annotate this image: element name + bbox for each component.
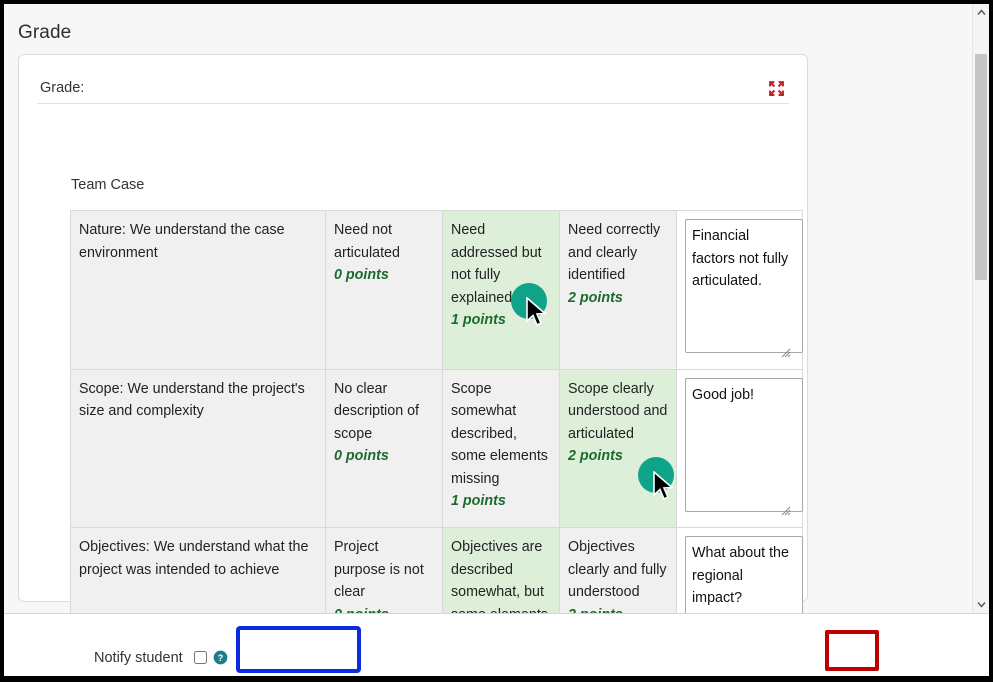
criterion-text: Nature: We understand the case environme… — [79, 222, 285, 261]
level-points: 2 points — [568, 604, 668, 614]
level-text: Scope clearly understood and articulated — [568, 380, 668, 442]
remark-cell — [676, 527, 803, 613]
scroll-up-arrow-icon[interactable] — [973, 4, 989, 21]
level-points: 1 points — [451, 493, 506, 509]
level-points: 2 points — [568, 289, 623, 306]
level-cell-selected[interactable]: Objectives are described somewhat, but s… — [442, 527, 560, 613]
criterion-cell: Nature: We understand the case environme… — [70, 210, 326, 370]
level-text: Project purpose is not clear — [334, 539, 424, 600]
grading-footer-bar: Notify student ? Save changes Save and s… — [4, 613, 989, 676]
level-cell[interactable]: Need correctly and clearly identified 2 … — [559, 210, 677, 370]
level-points: 0 points — [334, 448, 389, 464]
level-text: Objectives clearly and fully understood — [568, 539, 667, 600]
level-text: Need addressed but not fully explained — [451, 222, 542, 306]
level-cell[interactable]: Need not articulated 0 points — [325, 210, 443, 370]
screen-root: Grade Grade: Team Case Nature: We unders… — [0, 0, 993, 682]
criterion-cell: Scope: We understand the project's size … — [70, 368, 326, 528]
remark-textarea[interactable] — [685, 219, 803, 353]
fullscreen-expand-icon[interactable] — [768, 80, 785, 97]
scrollable-content: Grade Grade: Team Case Nature: We unders… — [4, 4, 972, 613]
table-row: Objectives: We understand what the proje… — [70, 527, 803, 614]
remark-cell — [676, 210, 803, 370]
page-title: Grade — [18, 22, 72, 43]
level-cell-selected[interactable]: Need addressed but not fully explained 1… — [442, 210, 560, 370]
criterion-text: Scope: We understand the project's size … — [79, 380, 305, 420]
window-bottom-edge — [0, 676, 993, 682]
notify-student-label: Notify student — [94, 650, 183, 666]
level-text: Need correctly and clearly identified — [568, 222, 661, 283]
grade-card-header: Grade: — [37, 55, 789, 104]
level-cell[interactable]: No clear description of scope 0 points — [325, 368, 443, 528]
remark-textarea[interactable] — [685, 377, 803, 512]
level-text: Scope somewhat described, some elements … — [451, 380, 548, 487]
rubric-table: Nature: We understand the case environme… — [70, 210, 803, 613]
rubric-title: Team Case — [71, 177, 145, 193]
criterion-cell: Objectives: We understand what the proje… — [70, 527, 326, 613]
level-points: 0 points — [334, 604, 434, 614]
level-cell-selected[interactable]: Scope clearly understood and articulated… — [559, 368, 677, 528]
table-row: Nature: We understand the case environme… — [70, 210, 803, 370]
browser-viewport: Grade Grade: Team Case Nature: We unders… — [4, 4, 989, 676]
remark-wrapper — [685, 536, 803, 613]
criterion-text: Objectives: We understand what the proje… — [79, 539, 309, 578]
level-points: 0 points — [334, 267, 389, 283]
remark-textarea[interactable] — [685, 536, 803, 613]
scroll-down-arrow-icon[interactable] — [973, 596, 989, 613]
notify-student-checkbox[interactable] — [194, 651, 207, 664]
level-text: Objectives are described somewhat, but s… — [451, 539, 548, 613]
level-cell[interactable]: Project purpose is not clear 0 points — [325, 527, 443, 614]
level-cell[interactable]: Objectives clearly and fully understood … — [559, 527, 677, 614]
vertical-scrollbar[interactable] — [972, 4, 989, 613]
level-text: Need not articulated — [334, 222, 400, 261]
level-text: No clear description of scope — [334, 380, 420, 442]
level-cell[interactable]: Scope somewhat described, some elements … — [442, 368, 560, 528]
table-row: Scope: We understand the project's size … — [70, 368, 803, 528]
grade-label: Grade: — [40, 80, 85, 96]
remark-cell — [676, 368, 803, 528]
remark-wrapper — [685, 219, 803, 361]
level-points: 2 points — [568, 448, 623, 464]
grade-card: Grade: Team Case Nature: We understand t… — [18, 54, 808, 613]
level-points: 1 points — [451, 312, 506, 328]
svg-text:?: ? — [218, 653, 224, 663]
scrollbar-thumb[interactable] — [975, 54, 987, 280]
question-mark-help-icon[interactable]: ? — [213, 650, 228, 665]
remark-wrapper — [685, 377, 803, 520]
